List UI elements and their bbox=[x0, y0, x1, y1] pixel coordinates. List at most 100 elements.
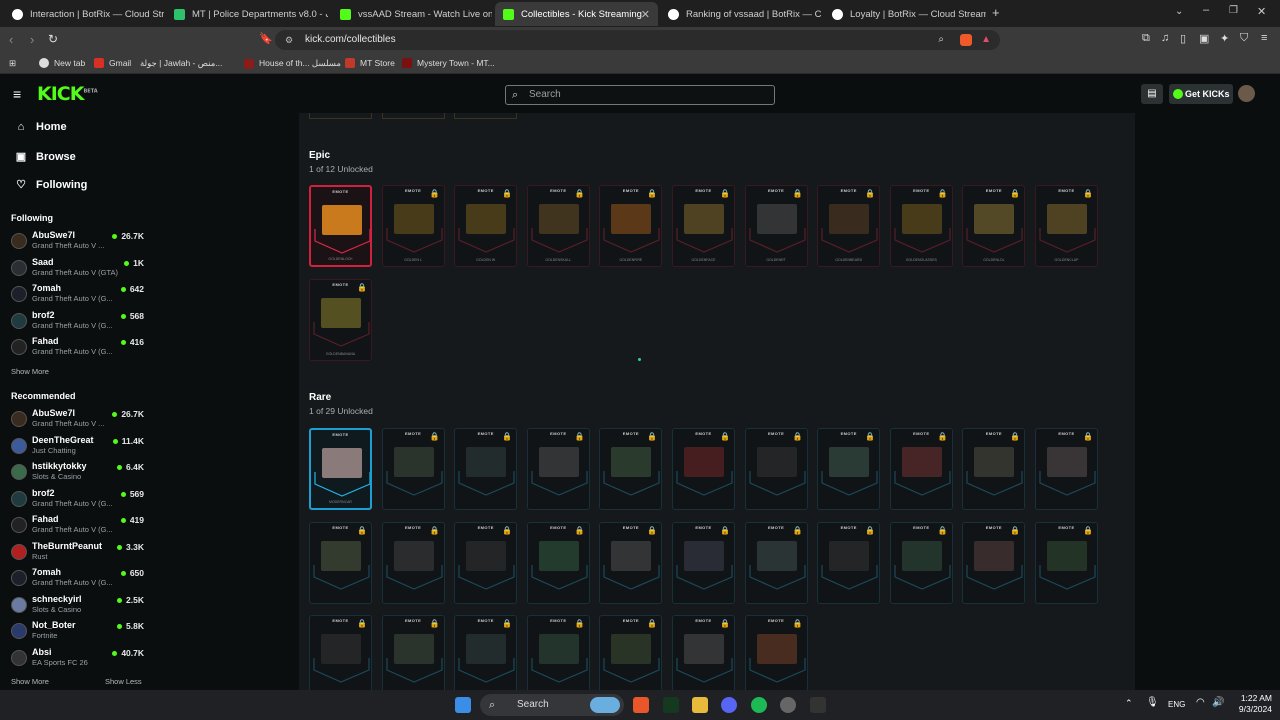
minimize-icon[interactable]: – bbox=[1203, 4, 1209, 16]
volume-icon[interactable]: 🔊 bbox=[1212, 697, 1224, 708]
wifi-icon[interactable]: ◠ bbox=[1196, 697, 1205, 708]
tray-chevron-icon[interactable]: ⌃ bbox=[1125, 698, 1133, 709]
menu-icon[interactable]: ≡ bbox=[1261, 32, 1267, 44]
rare-collectible-card[interactable]: EMOTE 🔒 bbox=[744, 428, 808, 510]
channel-item[interactable]: Fahad Grand Theft Auto V (G... 419 bbox=[11, 514, 146, 538]
sidebar-item-browse[interactable]: ▣ Browse bbox=[15, 150, 76, 164]
browser-tab-active[interactable]: Collectibles - Kick Streaming ✕ bbox=[495, 2, 658, 26]
epic-collectible-card[interactable]: EMOTE GOLDENFACE 🔒 bbox=[672, 185, 735, 267]
epic-collectible-card[interactable]: EMOTE GOLDENLOL 🔒 bbox=[962, 185, 1026, 267]
rare-collectible-card[interactable]: EMOTE 🔒 bbox=[672, 521, 735, 604]
channel-item[interactable]: AbuSwe7l Grand Theft Auto V ... 26.7K bbox=[11, 408, 146, 432]
rare-collectible-card[interactable]: EMOTE 🔒 bbox=[744, 521, 808, 604]
browser-tab[interactable]: MT | Police Departments v8.0 - بيانات bbox=[166, 2, 328, 26]
rare-collectible-card[interactable]: EMOTE 🔒 bbox=[817, 428, 881, 510]
show-more-recommended-button[interactable]: Show More bbox=[11, 677, 49, 686]
site-info-icon[interactable]: ⚙ bbox=[285, 30, 293, 50]
rare-collectible-card[interactable]: EMOTE 🔒 bbox=[454, 615, 518, 690]
bookmark-item[interactable]: House of th... مسلسل bbox=[244, 58, 341, 69]
rare-collectible-card[interactable]: EMOTE 🔒 bbox=[672, 615, 735, 690]
channel-item[interactable]: TheBurntPeanut Rust 3.3K bbox=[11, 541, 146, 565]
tab-close-icon[interactable]: ✕ bbox=[641, 8, 650, 21]
show-more-button[interactable]: Show More bbox=[11, 367, 49, 376]
rare-collectible-card[interactable]: EMOTE 🔒 bbox=[526, 615, 590, 690]
bookmark-item[interactable]: Gmail bbox=[94, 58, 131, 68]
epic-collectible-card[interactable]: EMOTE GOLDENFIRE 🔒 bbox=[599, 185, 663, 267]
brave-rewards-icon[interactable]: ▲ bbox=[981, 30, 991, 50]
browser-tab[interactable]: Loyalty | BotRix — Cloud Streaming ... bbox=[824, 2, 986, 26]
rare-collectible-card[interactable]: EMOTE 🔒 bbox=[889, 428, 953, 510]
media-icon[interactable]: ♫ bbox=[1161, 32, 1169, 44]
rare-collectible-card[interactable]: EMOTE 🔒 bbox=[744, 615, 808, 690]
rare-collectible-card[interactable]: EMOTE 🔒 bbox=[381, 428, 445, 510]
vpn-icon[interactable]: ⛉ bbox=[1240, 32, 1248, 45]
apps-icon[interactable]: ⊞ bbox=[9, 58, 16, 69]
epic-collectible-card[interactable]: EMOTE GOLDENGLASSES 🔒 bbox=[889, 185, 953, 267]
channel-item[interactable]: 7omah Grand Theft Auto V (G... 642 bbox=[11, 283, 146, 307]
kick-logo[interactable]: KICKBETA bbox=[37, 83, 98, 105]
sidebar-item-home[interactable]: ⌂ Home bbox=[15, 121, 67, 133]
rare-collectible-card[interactable]: EMOTE 🔒 bbox=[454, 521, 518, 604]
rare-collectible-card[interactable]: EMOTE 🔒 bbox=[381, 521, 445, 604]
channel-item[interactable]: Fahad Grand Theft Auto V (G... 416 bbox=[11, 336, 146, 360]
bookmark-item[interactable]: Mystery Town - MT... bbox=[402, 58, 495, 68]
address-input[interactable]: ⚙ kick.com/collectibles ⌕ ▲ bbox=[275, 30, 1000, 50]
epic-collectible-card[interactable]: EMOTE GOLDEN L 🔒 bbox=[381, 185, 445, 267]
rare-collectible-card[interactable]: EMOTE 🔒 bbox=[381, 615, 445, 690]
get-kicks-button[interactable]: Get KICKs bbox=[1169, 84, 1233, 104]
collectibles-panel[interactable]: Epic 1 of 12 Unlocked EMOTE GOLDENLOCK EMO… bbox=[299, 113, 1135, 690]
bookmark-icon[interactable]: 🔖 bbox=[259, 32, 273, 45]
browser-tab[interactable]: vssAAD Stream - Watch Live on Kick bbox=[332, 2, 492, 26]
windows-start-icon[interactable] bbox=[455, 697, 471, 713]
sidebar-toggle-icon[interactable]: ▯ bbox=[1180, 32, 1186, 45]
rare-collectible-card[interactable]: EMOTE 🔒 bbox=[962, 428, 1026, 510]
sidebar-item-following[interactable]: ♡ Following bbox=[15, 178, 87, 192]
wallet-icon[interactable]: ▣ bbox=[1199, 32, 1209, 45]
rare-collectible-card[interactable]: EMOTE 🔒 bbox=[599, 615, 663, 690]
epic-collectible-card[interactable]: EMOTE GOLDENBANANA 🔒 bbox=[309, 279, 372, 361]
show-less-button[interactable]: Show Less bbox=[105, 677, 142, 686]
rare-collectible-card[interactable]: EMOTE MODERNCAR bbox=[309, 428, 372, 510]
rare-collectible-card[interactable]: EMOTE 🔒 bbox=[962, 521, 1026, 604]
epic-collectible-card[interactable]: EMOTE GOLDENBEARD 🔒 bbox=[817, 185, 881, 267]
browser-tab[interactable]: Interaction | BotRix — Cloud Stre... bbox=[4, 2, 164, 26]
language-indicator[interactable]: ENG bbox=[1168, 700, 1185, 709]
leo-ai-icon[interactable]: ✦ bbox=[1220, 32, 1229, 45]
app-icon[interactable] bbox=[810, 697, 826, 713]
browser-tab[interactable]: Ranking of vssaad | BotRix — Cloud ... bbox=[660, 2, 822, 26]
hamburger-menu-icon[interactable]: ≡ bbox=[13, 86, 21, 102]
kick-app-icon[interactable] bbox=[663, 697, 679, 713]
steam-icon[interactable] bbox=[780, 697, 796, 713]
maximize-icon[interactable]: ❐ bbox=[1229, 5, 1238, 16]
rare-collectible-card[interactable]: EMOTE 🔒 bbox=[309, 521, 372, 604]
window-close-icon[interactable]: ✕ bbox=[1257, 5, 1266, 18]
discord-icon[interactable] bbox=[721, 697, 737, 713]
rare-collectible-card[interactable]: EMOTE 🔒 bbox=[526, 428, 590, 510]
bookmark-item[interactable]: جولة | Jawlah - منص... bbox=[140, 58, 222, 69]
channel-item[interactable]: Absi EA Sports FC 26 40.7K bbox=[11, 647, 146, 671]
back-icon[interactable]: ‹ bbox=[9, 32, 13, 47]
epic-collectible-card[interactable]: EMOTE GOLDENCLAP 🔒 bbox=[1035, 185, 1098, 267]
channel-item[interactable]: Saad Grand Theft Auto V (GTA) 1K bbox=[11, 257, 146, 281]
user-avatar[interactable] bbox=[1238, 85, 1255, 102]
rare-collectible-card[interactable]: EMOTE 🔒 bbox=[599, 521, 663, 604]
reload-icon[interactable]: ↻ bbox=[48, 32, 58, 46]
search-input[interactable]: ⌕ Search bbox=[505, 85, 775, 105]
brave-browser-icon[interactable] bbox=[633, 697, 649, 713]
rare-collectible-card[interactable]: EMOTE 🔒 bbox=[526, 521, 590, 604]
rare-collectible-card[interactable]: EMOTE 🔒 bbox=[309, 615, 372, 690]
dashboard-icon[interactable]: ▤ bbox=[1141, 84, 1163, 104]
taskbar-clock[interactable]: 1:22 AM 9/3/2024 bbox=[1228, 693, 1272, 715]
channel-item[interactable]: AbuSwe7l Grand Theft Auto V ... 26.7K bbox=[11, 230, 146, 254]
channel-item[interactable]: brof2 Grand Theft Auto V (G... 569 bbox=[11, 488, 146, 512]
epic-collectible-card[interactable]: EMOTE GOLDENRT 🔒 bbox=[744, 185, 808, 267]
channel-item[interactable]: Not_Boter Fortnite 5.8K bbox=[11, 620, 146, 644]
rare-collectible-card[interactable]: EMOTE 🔒 bbox=[599, 428, 663, 510]
tab-search-icon[interactable]: ⌄ bbox=[1175, 6, 1183, 17]
extensions-icon[interactable]: ⧉ bbox=[1142, 32, 1150, 45]
rare-collectible-card[interactable]: EMOTE 🔒 bbox=[1035, 521, 1098, 604]
epic-collectible-card[interactable]: EMOTE GOLDENLOCK bbox=[309, 185, 372, 267]
channel-item[interactable]: 7omah Grand Theft Auto V (G... 650 bbox=[11, 567, 146, 591]
taskbar-search[interactable]: ⌕ Search bbox=[480, 694, 624, 716]
bookmark-item[interactable]: New tab bbox=[39, 58, 85, 68]
